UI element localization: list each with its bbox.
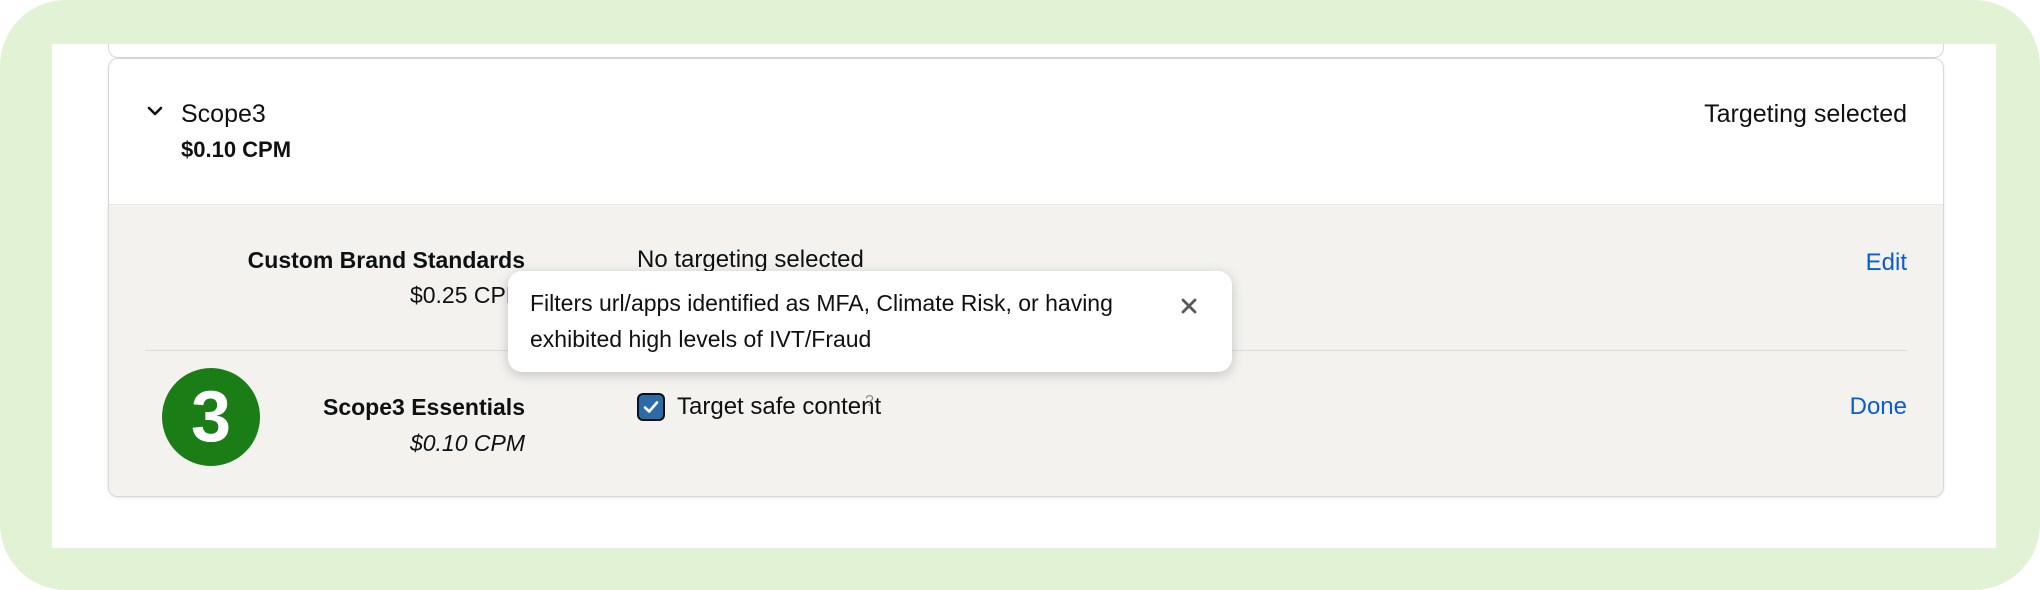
help-icon[interactable]: ? <box>865 393 874 411</box>
provider-card-header[interactable]: Scope3 $0.10 CPM Targeting selected <box>109 59 1943 204</box>
provider-targeting-status: Targeting selected <box>1704 100 1907 128</box>
chevron-down-icon[interactable] <box>147 103 163 119</box>
target-safe-content-label[interactable]: Target safe content <box>677 393 881 421</box>
done-link[interactable]: Done <box>1850 393 1907 421</box>
info-tooltip: Filters url/apps identified as MFA, Clim… <box>508 271 1232 372</box>
target-safe-content-checkbox[interactable] <box>637 393 665 421</box>
edit-link[interactable]: Edit <box>1866 249 1907 277</box>
step-number-badge: 3 <box>162 368 260 466</box>
segment-targeting-status: No targeting selected <box>637 246 864 273</box>
segment-name: Custom Brand Standards <box>247 247 525 273</box>
provider-name: Scope3 <box>181 100 266 128</box>
checkmark-icon <box>643 401 659 413</box>
previous-provider-card <box>108 44 1944 58</box>
provider-price: $0.10 CPM <box>181 137 292 162</box>
screenshot-frame: Scope3 $0.10 CPM Targeting selected Cust… <box>0 0 2040 590</box>
segment-row-scope3-essentials: Scope3 Essentials $0.10 CPM Target safe … <box>145 351 1907 496</box>
segment-price: $0.10 CPM <box>409 430 525 456</box>
close-icon[interactable] <box>1178 295 1200 317</box>
segment-name: Scope3 Essentials <box>323 394 525 420</box>
tooltip-text: Filters url/apps identified as MFA, Clim… <box>530 290 1113 352</box>
